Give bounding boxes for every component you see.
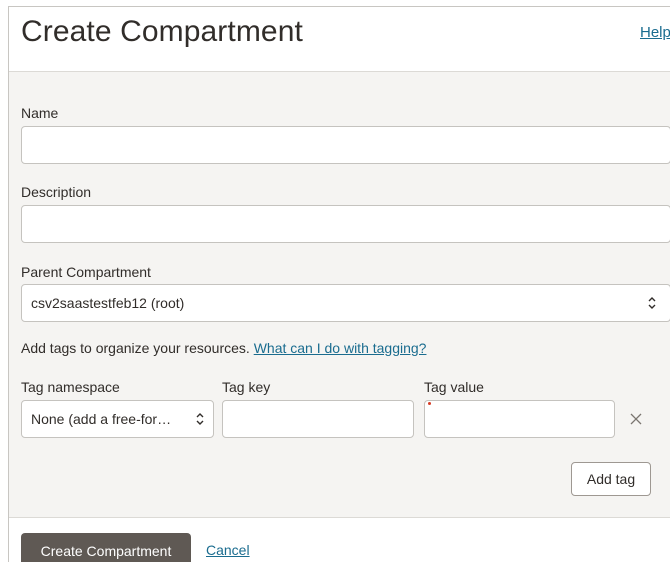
tag-value-input[interactable] [424, 400, 615, 438]
chevron-up-down-icon [196, 413, 204, 425]
tag-namespace-label: Tag namespace [21, 379, 120, 395]
name-label: Name [21, 105, 59, 121]
close-icon[interactable] [628, 411, 644, 427]
parent-compartment-select[interactable]: csv2saastestfeb12 (root) [21, 284, 670, 322]
tag-value-label: Tag value [424, 379, 484, 395]
tag-namespace-select[interactable]: None (add a free-for… [21, 400, 214, 438]
description-input[interactable] [21, 205, 670, 243]
form-body: Name Description Parent Compartment csv2… [9, 72, 670, 517]
page-title: Create Compartment [21, 15, 303, 48]
parent-compartment-value: csv2saastestfeb12 (root) [31, 295, 185, 311]
add-tag-button[interactable]: Add tag [571, 462, 651, 496]
cancel-link[interactable]: Cancel [206, 542, 250, 558]
tags-intro: Add tags to organize your resources. Wha… [21, 340, 426, 356]
create-compartment-button[interactable]: Create Compartment [21, 533, 191, 562]
parent-compartment-label: Parent Compartment [21, 264, 151, 280]
tag-key-label: Tag key [222, 379, 271, 395]
tag-value-field [424, 400, 615, 438]
help-link[interactable]: Help [640, 24, 670, 41]
panel-header: Create Compartment Help [9, 7, 670, 72]
tag-namespace-value: None (add a free-for… [31, 411, 172, 427]
required-indicator [428, 402, 431, 405]
create-compartment-panel: Create Compartment Help Name Description… [8, 6, 670, 562]
description-label: Description [21, 184, 92, 200]
tagging-help-link[interactable]: What can I do with tagging? [254, 340, 427, 356]
chevron-up-down-icon [648, 297, 656, 309]
name-input[interactable] [21, 126, 670, 164]
tag-key-input[interactable] [222, 400, 414, 438]
tags-intro-text: Add tags to organize your resources. [21, 340, 250, 356]
panel-footer: Create Compartment Cancel [9, 517, 670, 562]
